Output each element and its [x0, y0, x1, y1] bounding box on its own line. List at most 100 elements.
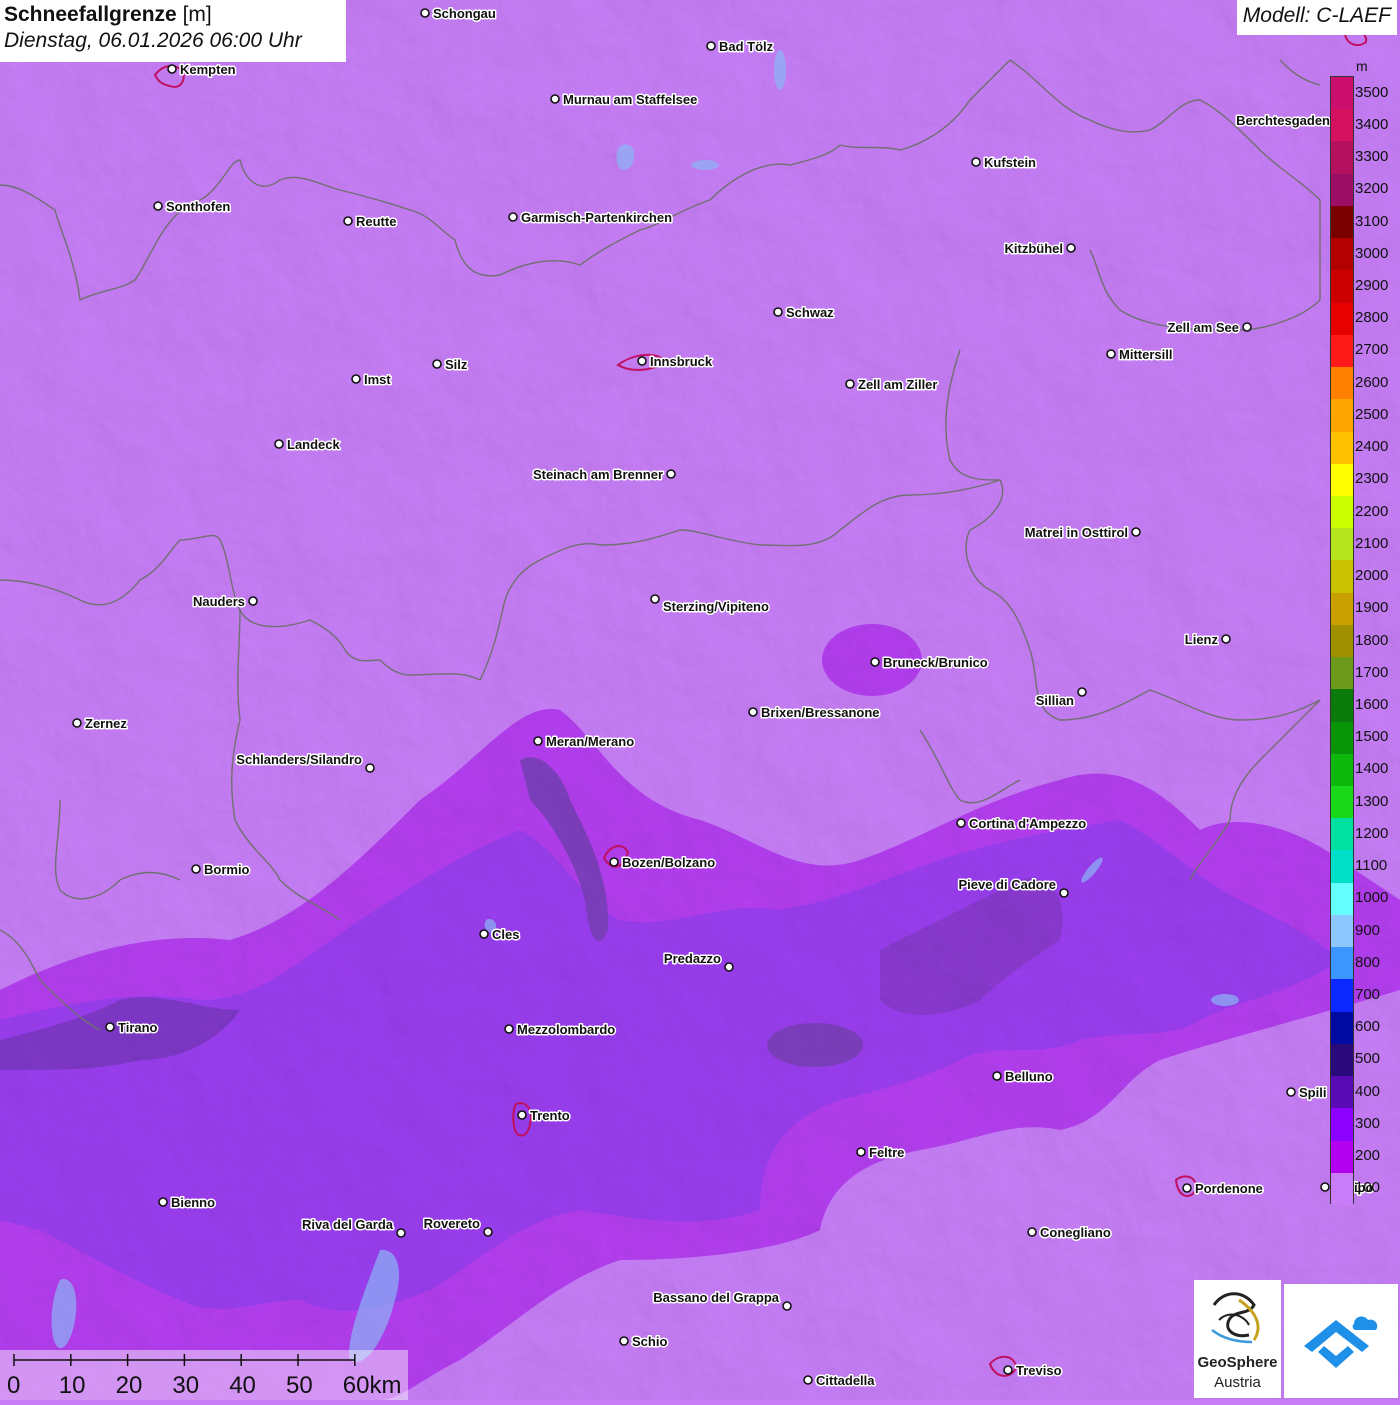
- city-marker: [956, 818, 966, 828]
- legend-swatch: [1331, 721, 1353, 755]
- city-label: Zell am Ziller: [858, 377, 937, 392]
- city-label: Tirano: [118, 1020, 158, 1035]
- city-marker: [167, 64, 177, 74]
- city-label: Belluno: [1005, 1069, 1053, 1084]
- city-marker: [637, 356, 647, 366]
- legend-swatch: [1331, 560, 1353, 594]
- city-marker: [845, 379, 855, 389]
- legend-swatch: [1331, 431, 1353, 465]
- city-marker: [1221, 634, 1231, 644]
- legend-level-label: 3100: [1355, 212, 1389, 230]
- city-label: Silz: [445, 357, 468, 372]
- city-label: Kufstein: [984, 155, 1036, 170]
- city-marker: [856, 1147, 866, 1157]
- city-label: Bruneck/Brunico: [883, 655, 988, 670]
- city-marker: [396, 1228, 406, 1238]
- city-marker: [343, 216, 353, 226]
- legend-swatch: [1331, 173, 1353, 207]
- city-marker: [248, 596, 258, 606]
- city-label: Meran/Merano: [546, 734, 634, 749]
- legend-level-label: 3200: [1355, 180, 1389, 198]
- legend-swatch: [1331, 399, 1353, 432]
- city-label: Feltre: [869, 1145, 904, 1160]
- city-label: Garmisch-Partenkirchen: [521, 210, 672, 225]
- city-label: Zell am See: [1167, 320, 1239, 335]
- legend-swatch: [1331, 914, 1353, 948]
- legend-level-label: 2300: [1355, 470, 1389, 488]
- scale-tick-label: 60km: [342, 1372, 402, 1399]
- city-marker: [773, 307, 783, 317]
- city-marker: [351, 374, 361, 384]
- legend-swatch: [1331, 109, 1353, 142]
- city-label: Reutte: [356, 214, 396, 229]
- city-label: Nauders: [193, 594, 245, 609]
- legend-swatch: [1331, 882, 1353, 916]
- scale-tick-label: 0: [7, 1372, 21, 1399]
- legend-swatch: [1331, 1172, 1353, 1206]
- city-label: Kempten: [180, 62, 236, 77]
- city-label: Sillian: [1036, 693, 1074, 708]
- city-marker: [432, 359, 442, 369]
- legend-swatch: [1331, 1140, 1353, 1174]
- city-label: Spili: [1299, 1085, 1326, 1100]
- city-label: Murnau am Staffelsee: [563, 92, 697, 107]
- legend-level-label: 200: [1355, 1147, 1381, 1165]
- legend-unit: m: [1356, 58, 1368, 74]
- legend-swatch: [1331, 947, 1353, 980]
- city-label: Sonthofen: [166, 199, 230, 214]
- city-marker: [508, 212, 518, 222]
- legend-level-label: 1100: [1355, 857, 1388, 875]
- city-label: Mittersill: [1119, 347, 1172, 362]
- legend-level-label: 1000: [1355, 889, 1389, 907]
- forecast-datetime: Dienstag, 06.01.2026 06:00 Uhr: [4, 29, 302, 52]
- city-marker: [782, 1301, 792, 1311]
- legend-swatch: [1331, 657, 1353, 690]
- legend-level-label: 2500: [1355, 405, 1389, 423]
- legend-swatch: [1331, 302, 1353, 336]
- geosphere-swirl-icon: [1211, 1292, 1260, 1344]
- city-marker: [420, 8, 430, 18]
- city-marker: [105, 1022, 115, 1032]
- legend-level-label: 1400: [1355, 760, 1389, 778]
- city-marker: [666, 469, 676, 479]
- geosphere-name: GeoSphere: [1197, 1354, 1278, 1371]
- legend-swatch: [1331, 753, 1353, 787]
- city-marker: [72, 718, 82, 728]
- city-marker: [1077, 687, 1087, 697]
- legend-level-label: 2800: [1355, 309, 1389, 327]
- city-label: Mezzolombardo: [517, 1022, 615, 1037]
- legend-level-label: 1800: [1355, 631, 1389, 649]
- legend-swatch: [1331, 238, 1353, 271]
- city-label: Kitzbühel: [1005, 241, 1064, 256]
- city-marker: [1027, 1227, 1037, 1237]
- city-marker: [158, 1197, 168, 1207]
- city-marker: [1106, 349, 1116, 359]
- city-marker: [550, 94, 560, 104]
- legend-swatch: [1331, 850, 1353, 884]
- legend-swatch: [1331, 979, 1353, 1013]
- city-label: Pordenone: [1195, 1181, 1263, 1196]
- city-marker: [365, 763, 375, 773]
- title-unit: [m]: [182, 3, 212, 26]
- city-marker: [153, 201, 163, 211]
- legend-level-label: 700: [1355, 986, 1381, 1003]
- legend-level-label: 500: [1355, 1050, 1381, 1068]
- scale-tick-label: 50: [286, 1372, 313, 1399]
- legend-level-label: 1200: [1355, 824, 1389, 842]
- legend-level-label: 2900: [1355, 276, 1389, 294]
- city-label: Cittadella: [816, 1373, 875, 1388]
- city-marker: [1242, 322, 1252, 332]
- scale-tick-label: 30: [172, 1372, 200, 1399]
- city-label: Sterzing/Vipiteno: [663, 599, 769, 614]
- city-label: Bad Tölz: [719, 39, 774, 54]
- city-marker: [1003, 1365, 1013, 1375]
- city-label: Bienno: [171, 1195, 215, 1210]
- legend-level-label: 600: [1355, 1018, 1381, 1036]
- city-label: Berchtesgaden: [1236, 113, 1330, 128]
- city-marker: [1066, 243, 1076, 253]
- city-label: Pieve di Cadore: [958, 877, 1056, 892]
- color-legend: [1330, 76, 1354, 1206]
- legend-swatch: [1331, 786, 1353, 819]
- snowfall-limit-map[interactable]: Schongau Bad Tölz Kempten Murnau am Staffel…: [0, 0, 1400, 1400]
- city-label: Cles: [492, 927, 519, 942]
